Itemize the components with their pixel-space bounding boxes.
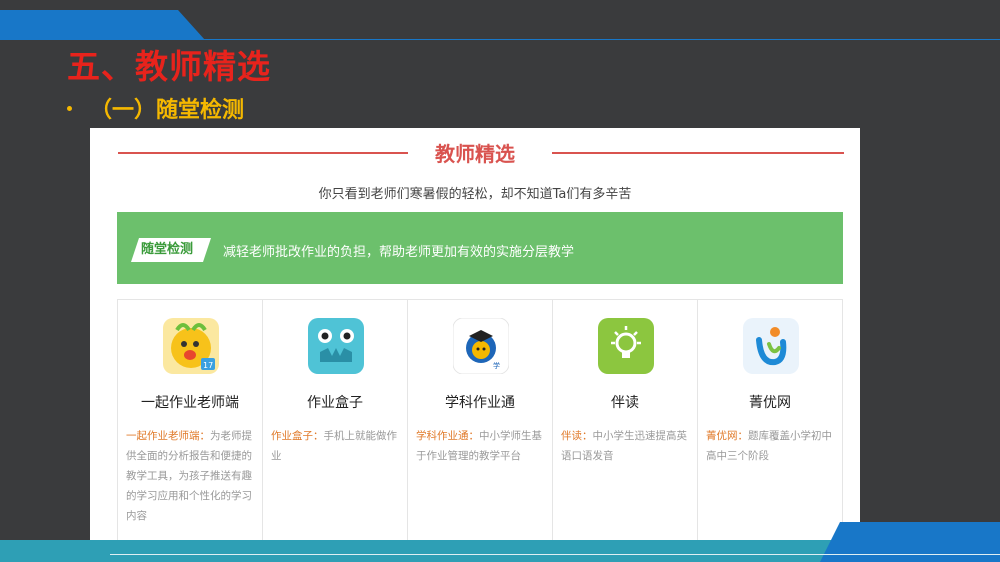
top-accent-tab: [0, 10, 205, 40]
tool-name: 作业盒子: [307, 395, 363, 411]
bottom-accent-block: [820, 522, 1000, 562]
jingyou-icon[interactable]: [743, 318, 799, 374]
svg-text:17: 17: [203, 361, 213, 370]
tool-card-yiqi[interactable]: 17 一起作业老师端 一起作业老师端：为老师提供全面的分析报告和便捷的教学工具，…: [117, 300, 263, 540]
tool-name: 学科作业通: [445, 395, 515, 411]
tool-description: 菁优网：题库覆盖小学初中高中三个阶段: [706, 426, 834, 466]
tool-desc-label: 菁优网：: [706, 430, 748, 442]
tool-name: 伴读: [611, 395, 639, 411]
tool-card-xueke[interactable]: 学 学科作业通 学科作业通：中小学师生基于作业管理的教学平台: [408, 300, 553, 540]
slide-title: 五、教师精选: [67, 47, 271, 86]
tool-card-jingyou[interactable]: 菁优网 菁优网：题库覆盖小学初中高中三个阶段: [698, 300, 843, 540]
card-header: 教师精选: [90, 138, 860, 168]
tool-desc-label: 伴读：: [561, 430, 593, 442]
tool-card-bandu[interactable]: 伴读 伴读：中小学生迅速提高英语口语发音: [553, 300, 698, 540]
tool-description: 一起作业老师端：为老师提供全面的分析报告和便捷的教学工具，为孩子推送有趣的学习应…: [126, 426, 254, 526]
header-line-right: [552, 152, 844, 154]
bottom-accent-line: [110, 554, 1000, 555]
screenshot-card: 教师精选 你只看到老师们寒暑假的轻松，却不知道Ta们有多辛苦 随堂检测 减轻老师…: [90, 128, 860, 540]
tool-list: 17 一起作业老师端 一起作业老师端：为老师提供全面的分析报告和便捷的教学工具，…: [117, 299, 843, 540]
category-tag[interactable]: 随堂检测: [131, 238, 211, 262]
tool-name: 菁优网: [749, 395, 791, 411]
svg-text:学: 学: [493, 361, 500, 370]
bullet-dot: [67, 105, 72, 111]
bandu-lightbulb-icon[interactable]: [598, 318, 654, 374]
xueke-zuoyetong-icon[interactable]: 学: [452, 317, 510, 375]
zuoye-hezi-icon[interactable]: [308, 318, 364, 374]
tool-desc-label: 一起作业老师端：: [126, 430, 210, 442]
tool-description: 学科作业通：中小学师生基于作业管理的教学平台: [416, 426, 544, 466]
category-description: 减轻老师批改作业的负担，帮助老师更加有效的实施分层教学: [223, 245, 575, 260]
tool-desc-label: 学科作业通：: [416, 430, 479, 442]
tool-description: 作业盒子：手机上就能做作业: [271, 426, 399, 466]
tool-desc-label: 作业盒子：: [271, 430, 324, 442]
tool-desc-text: 为老师提供全面的分析报告和便捷的教学工具，为孩子推送有趣的学习应用和个性化的学习…: [126, 430, 252, 522]
tool-description: 伴读：中小学生迅速提高英语口语发音: [561, 426, 689, 466]
slide-subtitle: （一）随堂检测: [67, 92, 244, 124]
tool-card-zuoyehezi[interactable]: 作业盒子 作业盒子：手机上就能做作业: [263, 300, 408, 540]
category-banner: 随堂检测 减轻老师批改作业的负担，帮助老师更加有效的实施分层教学: [117, 212, 843, 284]
card-subtitle: 你只看到老师们寒暑假的轻松，却不知道Ta们有多辛苦: [318, 187, 632, 202]
slide-subtitle-text: （一）随堂检测: [90, 98, 245, 123]
tool-name: 一起作业老师端: [141, 395, 239, 411]
yiqi-zuoye-icon[interactable]: 17: [163, 318, 219, 374]
